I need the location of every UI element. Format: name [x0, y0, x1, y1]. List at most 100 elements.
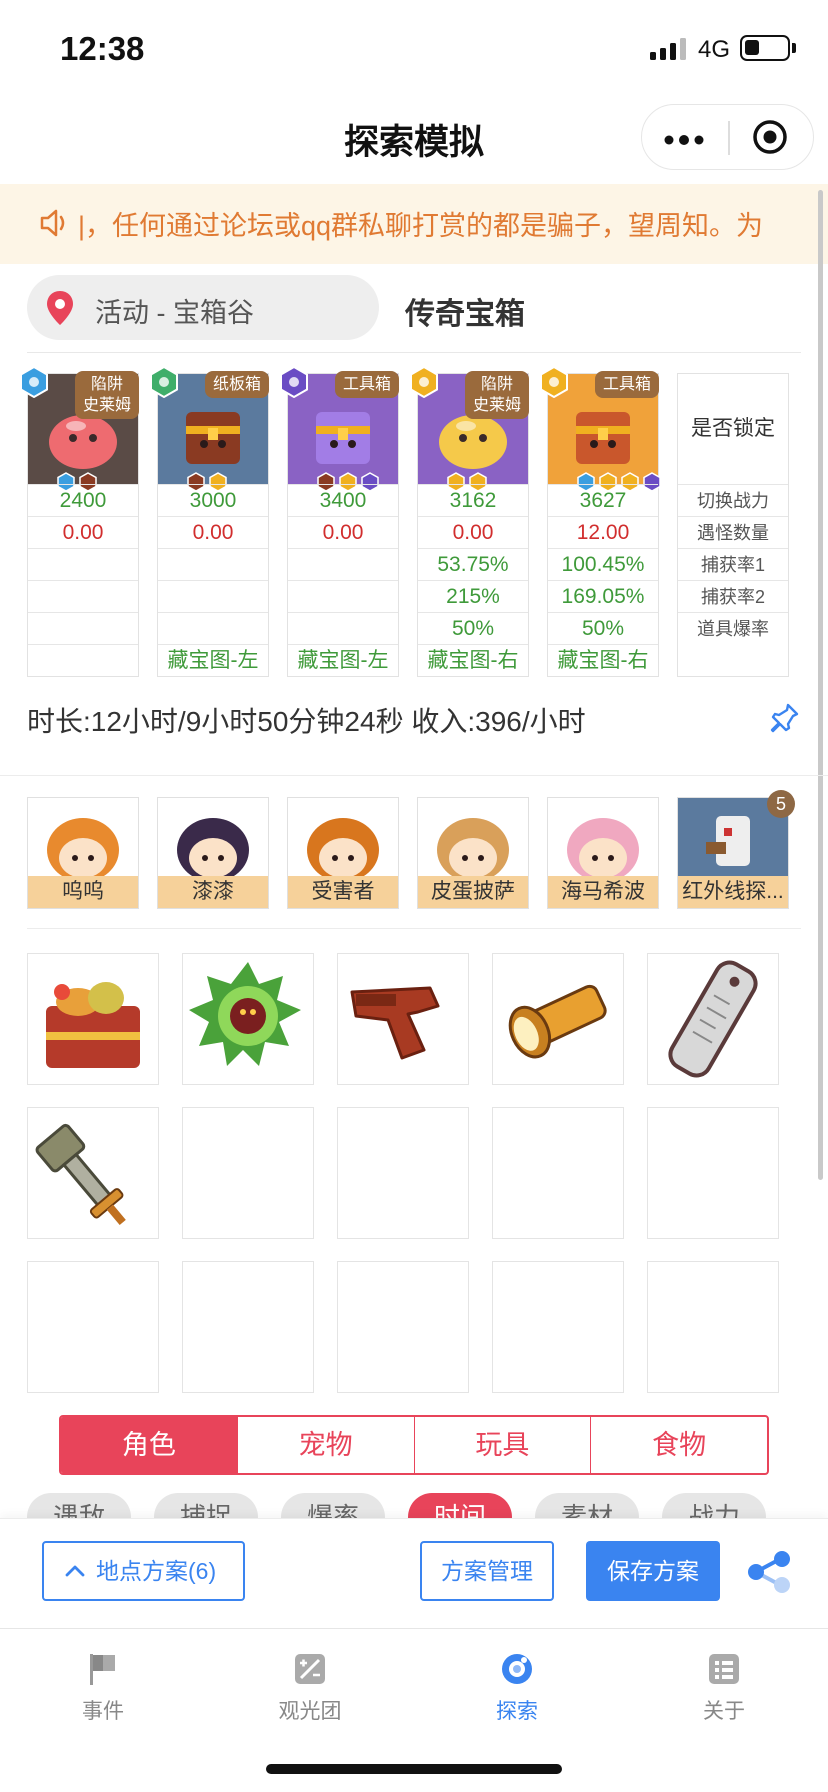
character-name: 呜呜	[28, 876, 138, 908]
sort-chip[interactable]: 时间	[408, 1493, 512, 1520]
rank-badge-icon	[280, 366, 308, 398]
tab-explore-label: 探索	[496, 1700, 538, 1723]
enemy-capture2-value	[158, 580, 268, 612]
divider	[27, 352, 801, 353]
tab-pet[interactable]: 宠物	[236, 1417, 414, 1473]
enemy-encounter-value: 0.00	[158, 516, 268, 548]
power-label[interactable]: 切换战力	[678, 484, 788, 516]
sort-chips: 遇敌 捕捉 爆率 时间 素材 战力	[0, 1490, 828, 1520]
capture2-label: 捕获率2	[678, 580, 788, 612]
more-icon[interactable]	[664, 135, 704, 145]
enemy-type-tag: 陷阱 史莱姆	[74, 371, 139, 419]
enemy-type-tag: 工具箱	[334, 371, 399, 398]
lunchbox-icon	[46, 982, 140, 1068]
character-count-badge: 5	[767, 790, 795, 818]
enemy-power-value: 3627	[548, 484, 658, 516]
tab-tour-label: 观光团	[278, 1700, 342, 1723]
enemy-map-value: 藏宝图-右	[418, 644, 528, 676]
tab-character[interactable]: 角色	[61, 1417, 237, 1473]
tab-events-label: 事件	[82, 1700, 124, 1723]
character-card[interactable]: 漆漆	[157, 797, 269, 909]
divider	[27, 928, 801, 929]
battery-icon	[740, 35, 790, 61]
location-selector[interactable]: 活动 - 宝箱谷	[27, 275, 379, 340]
enemy-capture1-value: 53.75%	[418, 548, 528, 580]
capture1-label: 捕获率1	[678, 548, 788, 580]
page-scrollbar[interactable]	[818, 190, 823, 1180]
speaker-icon	[40, 209, 65, 237]
empty-item-slot[interactable]	[337, 1107, 469, 1239]
enemy-encounter-value: 0.00	[28, 516, 138, 548]
flare-gun-icon	[350, 986, 440, 1060]
enemy-map-value: 藏宝图-右	[548, 644, 658, 676]
enemy-type-tag: 工具箱	[594, 371, 659, 398]
sort-chip[interactable]: 素材	[535, 1493, 639, 1520]
tab-tour[interactable]: 观光团	[240, 1641, 380, 1731]
tab-food[interactable]: 食物	[590, 1417, 767, 1473]
character-card[interactable]: 海马希波	[547, 797, 659, 909]
enemy-drop-value	[288, 612, 398, 644]
enemy-type-tag: 陷阱 史莱姆	[464, 371, 529, 419]
sort-chip[interactable]: 捕捉	[154, 1493, 258, 1520]
item-slot[interactable]	[492, 953, 624, 1085]
empty-item-slot[interactable]	[492, 1107, 624, 1239]
share-icon[interactable]	[746, 1551, 792, 1593]
rank-badge-icon	[20, 366, 48, 398]
character-card[interactable]: 呜呜	[27, 797, 139, 909]
item-slot[interactable]	[27, 1107, 159, 1239]
gauge-tag-icon	[668, 960, 758, 1078]
status-time: 12:38	[60, 30, 145, 67]
manage-plan-button[interactable]: 方案管理	[420, 1541, 554, 1601]
sort-chip[interactable]: 遇敌	[27, 1493, 131, 1520]
sort-chip[interactable]: 爆率	[281, 1493, 385, 1520]
enemy-capture1-value	[28, 548, 138, 580]
item-slot[interactable]	[647, 953, 779, 1085]
location-plan-button[interactable]: 地点方案(6)	[42, 1541, 245, 1601]
empty-item-slot[interactable]	[647, 1261, 779, 1393]
enemy-map-value: 藏宝图-左	[288, 644, 398, 676]
empty-item-slot[interactable]	[647, 1107, 779, 1239]
character-name: 海马希波	[548, 876, 658, 908]
tab-explore[interactable]: 探索	[447, 1641, 587, 1731]
list-icon	[709, 1654, 739, 1684]
character-card[interactable]: 皮蛋披萨	[417, 797, 529, 909]
save-plan-button[interactable]: 保存方案	[586, 1541, 720, 1601]
sword-icon	[35, 1123, 126, 1226]
pin-icon[interactable]	[770, 702, 800, 734]
empty-item-slot[interactable]	[27, 1261, 159, 1393]
tab-about[interactable]: 关于	[654, 1641, 794, 1731]
item-slot[interactable]	[27, 953, 159, 1085]
character-card[interactable]: 受害者	[287, 797, 399, 909]
tab-events[interactable]: 事件	[33, 1641, 173, 1731]
enemy-capture2-value	[288, 580, 398, 612]
enemy-column[interactable]: 工具箱 3400 0.00 藏宝图-左	[280, 366, 399, 677]
rank-badge-icon	[150, 366, 178, 398]
empty-item-slot[interactable]	[492, 1261, 624, 1393]
enemy-column[interactable]: 陷阱 史莱姆 2400 0.00	[20, 366, 139, 677]
tab-toy[interactable]: 玩具	[413, 1417, 591, 1473]
empty-item-slot[interactable]	[182, 1261, 314, 1393]
chevron-up-icon	[65, 1565, 85, 1577]
lock-label[interactable]: 是否锁定	[678, 374, 788, 484]
empty-item-slot[interactable]	[182, 1107, 314, 1239]
enemy-map-value	[28, 644, 138, 676]
enemy-capture2-value: 215%	[418, 580, 528, 612]
explore-icon	[502, 1654, 532, 1684]
enemy-column[interactable]: 陷阱 史莱姆 3162 0.00 53.75% 215% 50% 藏宝图-右	[410, 366, 529, 677]
sort-chip[interactable]: 战力	[662, 1493, 766, 1520]
enemy-drop-value	[158, 612, 268, 644]
encounter-label: 遇怪数量	[678, 516, 788, 548]
character-name: 受害者	[288, 876, 398, 908]
enemy-encounter-value: 12.00	[548, 516, 658, 548]
chest-title: 传奇宝箱	[405, 298, 525, 331]
item-slot[interactable]	[182, 953, 314, 1085]
empty-item-slot[interactable]	[337, 1261, 469, 1393]
location-pin-icon	[47, 291, 73, 325]
close-target-icon[interactable]	[752, 119, 788, 155]
enemy-column[interactable]: 纸板箱 3000 0.00 藏宝图-左	[150, 366, 269, 677]
flag-icon	[90, 1654, 115, 1685]
item-slot[interactable]	[337, 953, 469, 1085]
enemy-column[interactable]: 工具箱 3627 12.00 100.45% 169.05% 50% 藏宝图-右	[540, 366, 661, 677]
home-indicator	[266, 1764, 562, 1774]
status-bar: 12:38 4G	[0, 0, 828, 96]
